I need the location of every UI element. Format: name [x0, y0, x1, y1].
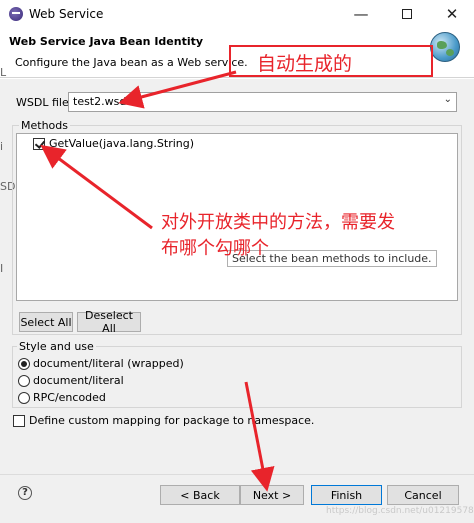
radio-document-literal-wrapped[interactable]: document/literal (wrapped): [18, 357, 184, 370]
custom-mapping-label: Define custom mapping for package to nam…: [29, 414, 315, 427]
cancel-button[interactable]: Cancel: [387, 485, 459, 505]
chevron-down-icon[interactable]: ⌄: [444, 94, 452, 105]
radio-rpc-encoded[interactable]: RPC/encoded: [18, 391, 106, 404]
maximize-icon: [402, 9, 412, 19]
radio-label: document/literal (wrapped): [33, 357, 184, 370]
annotation-line: 对外开放类中的方法，需要发: [161, 212, 395, 233]
radio-label: document/literal: [33, 374, 124, 387]
next-button[interactable]: Next >: [240, 485, 304, 505]
radio-label: RPC/encoded: [33, 391, 106, 404]
eclipse-app-icon: [9, 7, 23, 21]
background-editor-text: L: [0, 66, 7, 79]
radio-button[interactable]: [18, 374, 30, 387]
select-all-button[interactable]: Select All: [19, 312, 73, 332]
wsdl-file-value: test2.wsdl: [73, 95, 130, 108]
methods-legend: Methods: [19, 119, 70, 132]
close-button[interactable]: ✕: [437, 3, 467, 25]
background-editor-text: I: [0, 262, 4, 275]
page-title: Web Service Java Bean Identity: [9, 35, 204, 48]
list-item[interactable]: GetValue(java.lang.String): [33, 137, 194, 150]
wsdl-file-label: WSDL file:: [16, 96, 73, 109]
help-icon[interactable]: ?: [18, 486, 32, 500]
method-checkbox[interactable]: [33, 137, 45, 150]
annotation-text: 自动生成的: [257, 53, 353, 75]
window-title: Web Service: [29, 7, 104, 21]
finish-button[interactable]: Finish: [311, 485, 382, 505]
title-bar: Web Service — ✕: [0, 0, 474, 28]
minimize-button[interactable]: —: [346, 3, 376, 25]
style-and-use-legend: Style and use: [17, 340, 96, 353]
back-button[interactable]: < Back: [160, 485, 240, 505]
custom-mapping-checkbox[interactable]: [13, 414, 25, 427]
annotation-box: 自动生成的: [229, 45, 433, 77]
background-editor-text: i: [0, 140, 4, 153]
deselect-all-button[interactable]: Deselect All: [77, 309, 141, 335]
page-description: Configure the Java bean as a Web service…: [15, 56, 248, 69]
globe-icon: [430, 32, 460, 62]
radio-document-literal[interactable]: document/literal: [18, 374, 124, 387]
radio-button[interactable]: [18, 391, 30, 404]
custom-mapping-option[interactable]: Define custom mapping for package to nam…: [13, 414, 314, 427]
annotation-line: 布哪个勾哪个: [161, 238, 269, 259]
maximize-button[interactable]: [392, 3, 422, 25]
footer-divider: [0, 474, 474, 475]
wsdl-file-combo[interactable]: test2.wsdl ⌄: [68, 92, 457, 112]
radio-button[interactable]: [18, 357, 30, 370]
method-label: GetValue(java.lang.String): [49, 137, 195, 150]
annotation-text-methods: 对外开放类中的方法，需要发 布哪个勾哪个: [161, 210, 395, 262]
watermark: https://blog.csdn.net/u012195780: [326, 506, 474, 516]
